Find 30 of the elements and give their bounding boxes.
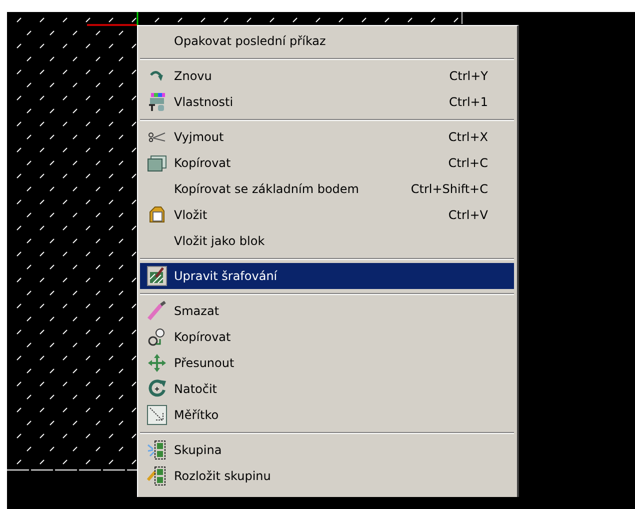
scale-icon	[147, 405, 167, 425]
linked-circles-icon	[147, 327, 167, 347]
menu-item[interactable]: Rozložit skupinu	[140, 463, 514, 489]
scissors-icon	[148, 132, 166, 142]
clipboard-icon	[148, 206, 166, 224]
group-icon	[147, 440, 167, 460]
rotate-icon	[147, 379, 167, 399]
menu-item[interactable]: Skupina	[140, 437, 514, 463]
four-way-arrow-icon	[147, 353, 167, 373]
eraser-pen-icon	[147, 301, 167, 321]
curved-arrow-icon	[150, 70, 164, 82]
menu-item[interactable]: Vlastnosti Ctrl+1	[140, 89, 514, 115]
hatch-edit-icon	[147, 266, 167, 286]
properties-icon	[148, 93, 166, 111]
menu-item[interactable]: Vložit jako blok	[140, 228, 514, 254]
menu-item[interactable]: Vyjmout Ctrl+X	[140, 124, 514, 150]
menu-item[interactable]: Opakovat poslední příkaz	[140, 28, 514, 54]
menu-item[interactable]: Kopírovat Ctrl+C	[140, 150, 514, 176]
menu-item[interactable]: Kopírovat	[140, 324, 514, 350]
menu-item[interactable]: Kopírovat se základním bodem Ctrl+Shift+C	[140, 176, 514, 202]
menu-item[interactable]: Upravit šrafování	[140, 263, 514, 289]
menu-item[interactable]: Smazat	[140, 298, 514, 324]
copy-icon	[147, 154, 167, 172]
menu-item[interactable]: Vložit Ctrl+V	[140, 202, 514, 228]
ungroup-icon	[147, 466, 167, 486]
crosshair-cursor-icon	[87, 12, 139, 26]
menu-item[interactable]: Měřítko	[140, 402, 514, 428]
menu-item[interactable]: Přesunout	[140, 350, 514, 376]
menu-item[interactable]: Znovu Ctrl+Y	[140, 63, 514, 89]
menu-item[interactable]: Natočit	[140, 376, 514, 402]
